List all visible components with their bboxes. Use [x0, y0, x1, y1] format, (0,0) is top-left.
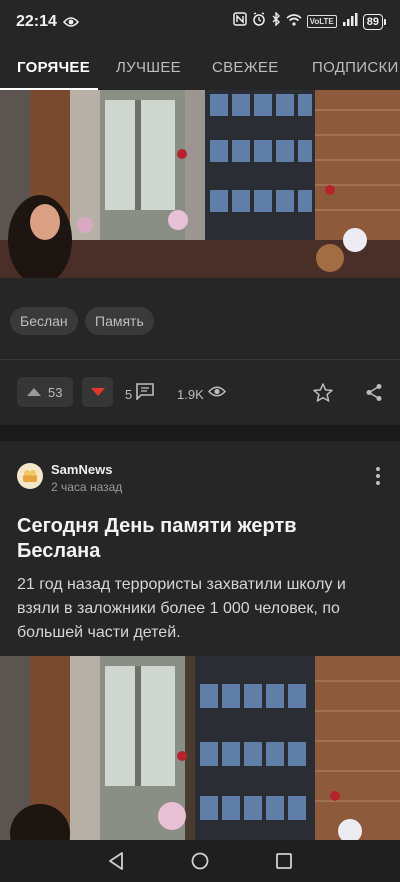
- battery-level: 89: [362, 13, 383, 30]
- comments-button[interactable]: 5: [125, 383, 155, 405]
- recents-icon[interactable]: [276, 853, 292, 874]
- post-time: 2 часа назад: [51, 480, 123, 494]
- tab-fresh[interactable]: СВЕЖЕЕ: [212, 59, 279, 76]
- status-bar: 22:14 VoLTE 89: [0, 0, 400, 46]
- status-icons: VoLTE 89: [232, 11, 386, 31]
- more-vert-icon[interactable]: [370, 466, 386, 491]
- views-count: 1.9K: [177, 386, 204, 402]
- alarm-icon: [252, 12, 266, 31]
- upvote-button[interactable]: 53: [17, 377, 73, 407]
- post-image[interactable]: [0, 90, 400, 278]
- status-time: 22:14: [16, 13, 57, 30]
- post-title[interactable]: Сегодня День памяти жертв Беслана: [17, 514, 377, 564]
- battery-icon: 89: [362, 13, 386, 30]
- comment-icon: [136, 383, 155, 405]
- star-icon[interactable]: [313, 383, 333, 407]
- wifi-icon: [286, 13, 302, 31]
- views: 1.9K: [177, 385, 226, 403]
- post-text: 21 год назад террористы захватили школу …: [17, 576, 346, 641]
- comment-count: 5: [125, 386, 133, 402]
- vote-count: 53: [48, 384, 63, 400]
- downvote-arrow-icon: [90, 383, 105, 401]
- nfc-icon: [232, 12, 247, 31]
- avatar[interactable]: [17, 463, 43, 489]
- upvote-arrow-icon: [27, 383, 41, 401]
- feed-tabs: ГОРЯЧЕЕ ЛУЧШЕЕ СВЕЖЕЕ ПОДПИСКИ: [0, 46, 400, 90]
- volte-badge: VoLTE: [306, 15, 337, 28]
- back-icon[interactable]: [108, 852, 124, 875]
- bluetooth-icon: [271, 11, 281, 31]
- tab-best[interactable]: ЛУЧШЕЕ: [116, 59, 181, 76]
- post-image[interactable]: [0, 656, 400, 840]
- tag-memory[interactable]: Память: [85, 307, 154, 335]
- eye-icon: [62, 15, 80, 33]
- post-separator: [0, 425, 400, 441]
- tab-subscriptions[interactable]: ПОДПИСКИ: [312, 59, 399, 76]
- tag-beslan[interactable]: Беслан: [10, 307, 78, 335]
- divider: [0, 359, 400, 360]
- home-icon[interactable]: [191, 852, 209, 875]
- views-eye-icon: [207, 385, 226, 403]
- share-icon[interactable]: [365, 383, 383, 407]
- author-name[interactable]: SamNews: [51, 462, 112, 477]
- system-nav-bar: [0, 840, 400, 882]
- signal-icon: [342, 12, 358, 31]
- tab-hot[interactable]: ГОРЯЧЕЕ: [17, 59, 90, 76]
- downvote-button[interactable]: [82, 377, 113, 407]
